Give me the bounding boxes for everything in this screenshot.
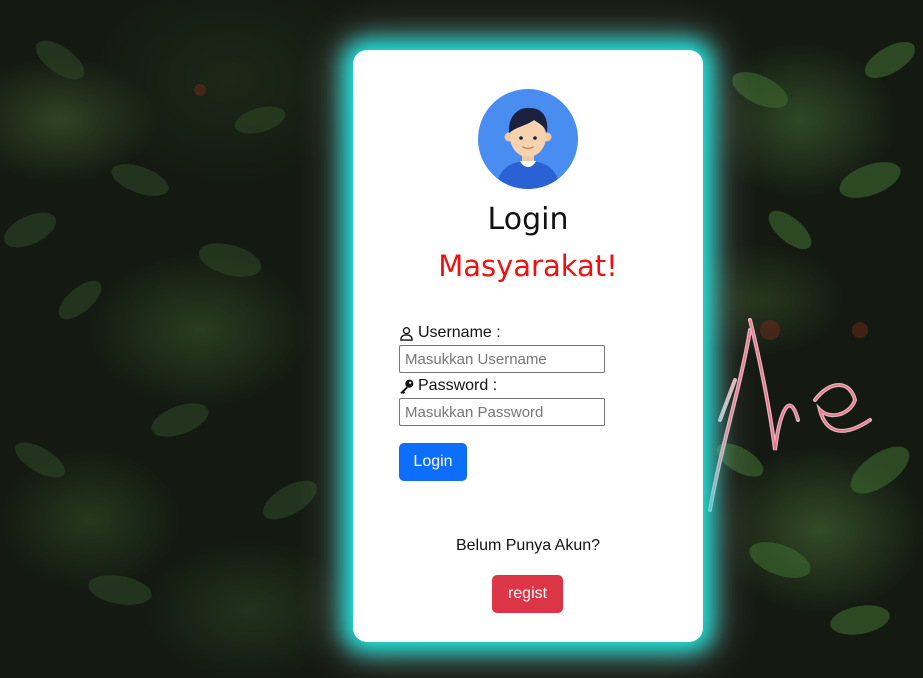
login-card: Login Masyarakat! Username : Password : …	[353, 50, 703, 642]
username-label: Username :	[399, 322, 659, 344]
login-subtitle: Masyarakat!	[438, 249, 618, 283]
user-avatar-icon	[478, 89, 578, 189]
password-label-text: Password :	[418, 377, 498, 394]
username-label-text: Username :	[418, 324, 501, 341]
password-input[interactable]	[399, 398, 605, 426]
no-account-prompt: Belum Punya Akun?	[455, 537, 601, 554]
login-title: Login	[487, 202, 569, 237]
login-button[interactable]: Login	[399, 443, 467, 481]
key-icon	[400, 379, 414, 394]
login-form: Username : Password : Login	[399, 322, 659, 481]
user-icon	[400, 326, 413, 341]
password-label: Password :	[399, 375, 659, 397]
neon-sign: the	[708, 318, 872, 512]
regist-button[interactable]: regist	[492, 575, 563, 613]
username-input[interactable]	[399, 345, 605, 373]
